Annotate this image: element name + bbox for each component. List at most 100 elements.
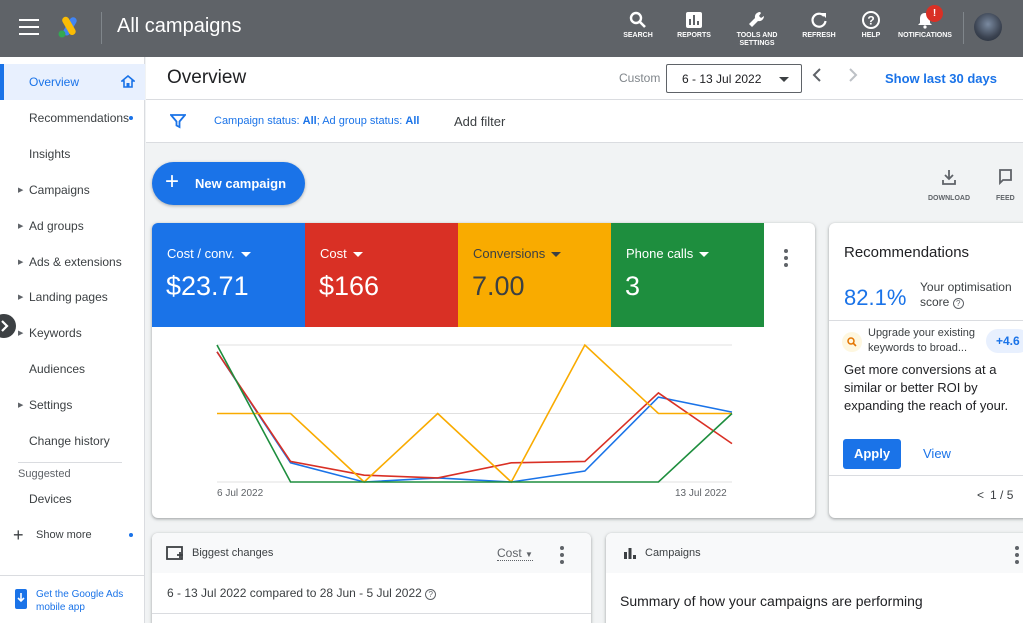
caret-right-icon: ▶ — [18, 402, 24, 409]
plus-icon: + — [165, 168, 180, 195]
sidebar-item-label: Audiences — [29, 362, 86, 376]
more-options-icon[interactable] — [560, 546, 564, 567]
feedback-label: FEED — [996, 195, 1015, 202]
recommendation-pager: <1 / 5 — [977, 488, 1014, 502]
download-button[interactable]: DOWNLOAD — [925, 168, 973, 202]
next-period-button[interactable] — [848, 67, 858, 88]
sidebar-item-recommendations[interactable]: Recommendations — [0, 100, 145, 136]
sidebar-item-ads-extensions[interactable]: ▶ Ads & extensions — [0, 244, 145, 280]
previous-period-button[interactable] — [812, 67, 822, 88]
card-header: Biggest changes Cost ▼ — [152, 533, 591, 573]
notifications-nav-button[interactable]: NOTIFICATIONS — [896, 8, 954, 40]
info-icon[interactable]: ? — [425, 589, 437, 600]
header-divider-right — [963, 12, 964, 44]
feedback-button[interactable]: FEED — [996, 168, 1023, 202]
mobile-app-promo[interactable]: Get the Google Ads mobile app — [0, 575, 145, 623]
avatar[interactable] — [974, 13, 1002, 41]
sidebar-item-label: Devices — [29, 492, 72, 506]
sidebar-item-settings[interactable]: ▶ Settings — [0, 387, 145, 423]
metric-tile-cost[interactable]: Cost $166 — [305, 223, 458, 327]
apply-button[interactable]: Apply — [843, 439, 901, 469]
metric-selector[interactable]: Cost ▼ — [497, 546, 533, 561]
filter-status-chip[interactable]: Campaign status: All; Ad group status: A… — [214, 115, 419, 127]
metric-tile-phone-calls[interactable]: Phone calls 3 — [611, 223, 764, 327]
sidebar-item-label: Change history — [29, 434, 110, 448]
show-last-30-days-link[interactable]: Show last 30 days — [885, 71, 997, 86]
sidebar-item-label: Campaigns — [29, 183, 90, 197]
filter-icon[interactable] — [170, 113, 186, 129]
sidebar-item-insights[interactable]: Insights — [0, 136, 145, 172]
mobile-app-link[interactable]: Get the Google Ads mobile app — [36, 588, 126, 614]
tools-nav-button[interactable]: TOOLS AND SETTINGS — [732, 8, 782, 48]
caret-right-icon: ▶ — [18, 223, 24, 230]
sidebar-item-ad-groups[interactable]: ▶ Ad groups — [0, 208, 145, 244]
date-mode-label: Custom — [619, 71, 661, 85]
top-app-bar: All campaigns SEARCH REPORTS TOOLS AND S… — [0, 0, 1023, 57]
campaign-status-label: Campaign status: — [214, 115, 303, 127]
home-icon — [121, 75, 135, 88]
add-filter-button[interactable]: Add filter — [454, 114, 505, 129]
metric-value: 3 — [625, 271, 641, 301]
divider — [829, 320, 1023, 321]
metric-value: $166 — [319, 271, 380, 301]
notification-badge: ! — [926, 5, 943, 22]
more-options-icon[interactable] — [1015, 546, 1019, 567]
chevron-left-icon[interactable]: < — [977, 488, 984, 502]
metric-label: Cost — [320, 246, 363, 261]
show-more-button[interactable]: + Show more — [0, 517, 145, 553]
sidebar-item-overview[interactable]: Overview — [0, 64, 145, 100]
card-summary: Summary of how your campaigns are perfor… — [620, 593, 923, 609]
refresh-icon — [811, 12, 827, 28]
more-options-icon[interactable] — [784, 249, 788, 270]
view-link[interactable]: View — [923, 446, 951, 461]
series-line-1 — [216, 351, 733, 479]
dropdown-arrow-icon — [779, 77, 789, 82]
sidebar-item-label: Landing pages — [29, 290, 108, 304]
menu-icon[interactable] — [19, 19, 39, 35]
date-range-value: 6 - 13 Jul 2022 — [682, 72, 762, 86]
changes-icon — [166, 546, 183, 560]
help-icon: ? — [862, 11, 880, 29]
caret-right-icon: ▶ — [18, 294, 24, 301]
reports-nav-label: REPORTS — [677, 32, 711, 39]
caret-right-icon: ▶ — [18, 259, 24, 266]
dropdown-arrow-icon — [551, 252, 562, 258]
sidebar-item-devices[interactable]: Devices — [0, 481, 145, 517]
sidebar-item-audiences[interactable]: Audiences — [0, 351, 145, 387]
comparison-text: 6 - 13 Jul 2022 compared to 28 Jun - 5 J… — [167, 586, 437, 600]
metric-tile-cost-per-conv[interactable]: Cost / conv. $23.71 — [152, 223, 305, 327]
date-range-picker[interactable]: 6 - 13 Jul 2022 — [666, 64, 802, 93]
help-nav-button[interactable]: ? HELP — [851, 8, 891, 40]
metric-label: Phone calls — [626, 246, 710, 261]
dropdown-arrow-icon — [699, 252, 710, 258]
sidebar-item-keywords[interactable]: ▶ Keywords — [0, 315, 145, 351]
search-nav-button[interactable]: SEARCH — [618, 8, 658, 40]
suggested-heading: Suggested — [18, 468, 71, 480]
card-title: Campaigns — [645, 547, 701, 559]
bar-chart-icon — [624, 548, 636, 559]
sidebar-item-landing-pages[interactable]: ▶ Landing pages — [0, 279, 145, 315]
optimisation-score: 82.1% — [844, 285, 907, 310]
ad-group-status-value: All — [405, 115, 420, 127]
metric-label: Conversions — [473, 246, 562, 261]
new-indicator-dot — [129, 533, 133, 537]
campaign-status-value: All — [302, 115, 317, 127]
chevron-left-icon — [812, 68, 821, 82]
metric-tile-conversions[interactable]: Conversions 7.00 — [458, 223, 611, 327]
sidebar-item-change-history[interactable]: Change history — [0, 423, 145, 459]
table-divider — [152, 613, 591, 614]
metric-value: $23.71 — [166, 271, 249, 301]
sidebar: Overview Recommendations Insights ▶ Camp… — [0, 57, 145, 623]
phone-download-icon — [15, 589, 27, 609]
new-campaign-button[interactable]: + New campaign — [152, 162, 305, 205]
card-title: Recommendations — [844, 244, 970, 261]
sidebar-item-label: Ad groups — [29, 219, 84, 233]
reports-nav-button[interactable]: REPORTS — [674, 8, 714, 40]
dropdown-arrow-icon: ▼ — [525, 550, 533, 559]
sidebar-divider — [18, 462, 122, 463]
card-header: Campaigns — [606, 533, 1023, 573]
info-icon[interactable]: ? — [952, 298, 964, 309]
feedback-icon — [999, 169, 1012, 186]
sidebar-item-campaigns[interactable]: ▶ Campaigns — [0, 172, 145, 208]
refresh-nav-button[interactable]: REFRESH — [799, 8, 839, 40]
